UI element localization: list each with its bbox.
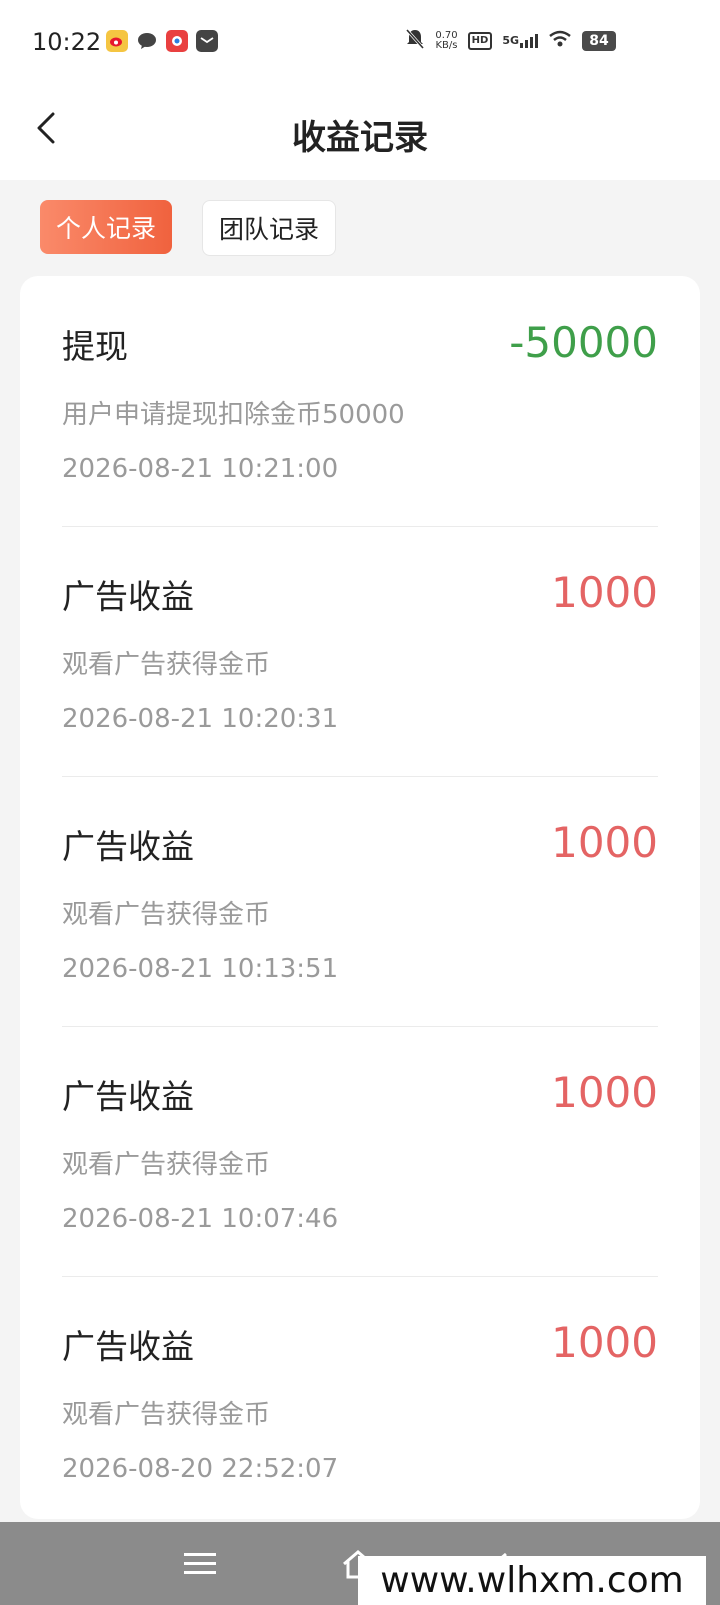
record-description: 观看广告获得金币 (62, 900, 271, 930)
menu-button[interactable] (180, 1544, 220, 1584)
record-amount: 1000 (551, 568, 658, 617)
notification-icons (106, 30, 218, 52)
status-bar: 10:22 0.70 KB/s HD 5G 84 (0, 0, 720, 84)
weibo-icon (106, 30, 128, 52)
game-app-icon (166, 30, 188, 52)
record-title: 广告收益 (62, 1077, 194, 1116)
record-description: 观看广告获得金币 (62, 1150, 271, 1180)
list-item[interactable]: 广告收益 1000 观看广告获得金币 2026-08-20 22:52:07 (62, 1276, 658, 1519)
status-indicators: 0.70 KB/s HD 5G 84 (405, 28, 616, 54)
record-tabs: 个人记录 团队记录 (40, 200, 337, 256)
record-amount: 1000 (551, 818, 658, 867)
net-speed: 0.70 KB/s (435, 31, 457, 51)
record-title: 广告收益 (62, 577, 194, 616)
tab-team-records[interactable]: 团队记录 (202, 200, 337, 256)
menu-icon (184, 1553, 216, 1574)
record-description: 观看广告获得金币 (62, 650, 271, 680)
list-item[interactable]: 广告收益 1000 观看广告获得金币 2026-08-21 10:07:46 (62, 1026, 658, 1277)
list-item[interactable]: 提现 -50000 用户申请提现扣除金币50000 2026-08-21 10:… (62, 276, 658, 527)
record-title: 提现 (62, 327, 128, 366)
record-time: 2026-08-21 10:07:46 (62, 1204, 339, 1234)
list-item[interactable]: 广告收益 1000 观看广告获得金币 2026-08-21 10:13:51 (62, 776, 658, 1027)
watermark: www.wlhxm.com (358, 1556, 706, 1605)
cellular-signal: 5G (502, 34, 538, 48)
record-amount: 1000 (551, 1068, 658, 1117)
signal-bars-icon (520, 34, 538, 48)
tab-personal-records[interactable]: 个人记录 (40, 200, 173, 254)
net-speed-unit: KB/s (435, 40, 458, 51)
record-amount: 1000 (551, 1318, 658, 1367)
record-time: 2026-08-21 10:20:31 (62, 704, 339, 734)
record-title: 广告收益 (62, 827, 194, 866)
mail-icon (196, 30, 218, 52)
status-time: 10:22 (32, 28, 102, 56)
network-type: 5G (502, 34, 519, 47)
record-time: 2026-08-21 10:13:51 (62, 954, 339, 984)
record-amount: -50000 (509, 318, 658, 367)
chat-icon (136, 30, 158, 52)
page-title: 收益记录 (292, 118, 428, 158)
record-title: 广告收益 (62, 1327, 194, 1366)
battery-indicator: 84 (582, 31, 616, 51)
hd-badge: HD (467, 32, 493, 50)
record-time: 2026-08-21 10:21:00 (62, 454, 339, 484)
record-description: 用户申请提现扣除金币50000 (62, 400, 405, 430)
list-item[interactable]: 广告收益 1000 观看广告获得金币 2026-08-21 10:20:31 (62, 526, 658, 777)
mute-bell-icon (405, 28, 425, 54)
header: 收益记录 (0, 84, 720, 180)
records-list: 提现 -50000 用户申请提现扣除金币50000 2026-08-21 10:… (20, 276, 700, 1519)
wifi-icon (548, 30, 572, 52)
record-time: 2026-08-20 22:52:07 (62, 1454, 339, 1484)
record-description: 观看广告获得金币 (62, 1400, 271, 1430)
